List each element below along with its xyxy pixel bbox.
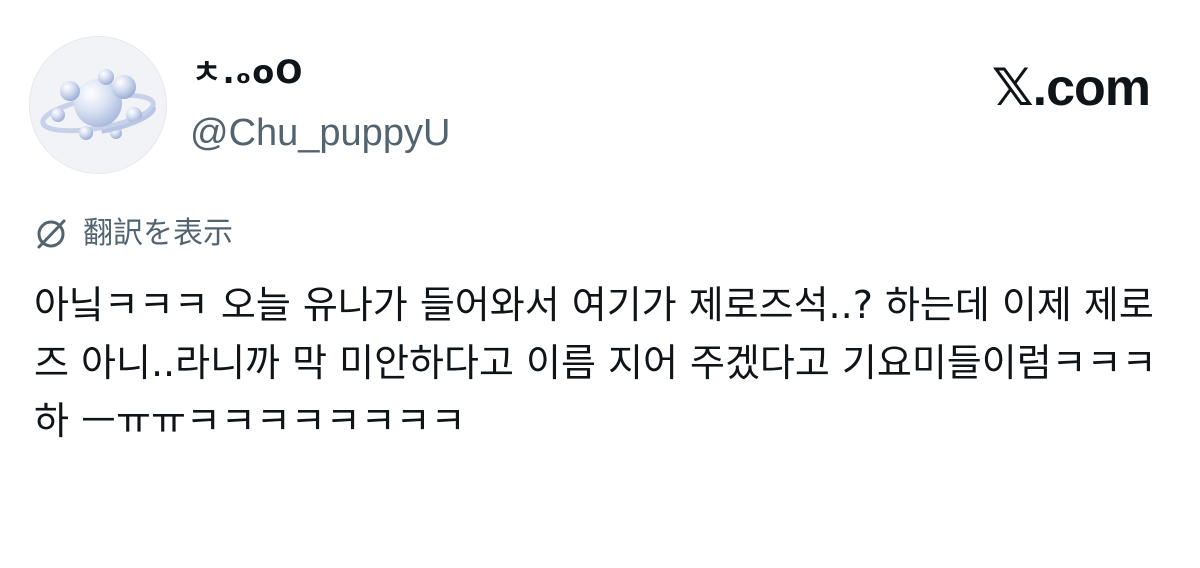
translate-button[interactable]: 翻訳を表示 xyxy=(33,212,233,256)
user-handle[interactable]: @Chu_puppyU xyxy=(190,110,450,156)
translate-icon xyxy=(37,219,66,249)
translate-label: 翻訳を表示 xyxy=(83,216,233,251)
avatar[interactable] xyxy=(29,36,167,174)
tweet-text: 아닠ㅋㅋㅋ 오늘 유나가 들어와서 여기가 제로즈석..? 하는데 이제 제로즈… xyxy=(34,283,1157,443)
display-name[interactable]: ㅊ.ₒoO xyxy=(192,52,303,92)
planet-bubbles-avatar-icon xyxy=(40,69,156,140)
x-logo: 𝕏.com xyxy=(991,59,1151,117)
